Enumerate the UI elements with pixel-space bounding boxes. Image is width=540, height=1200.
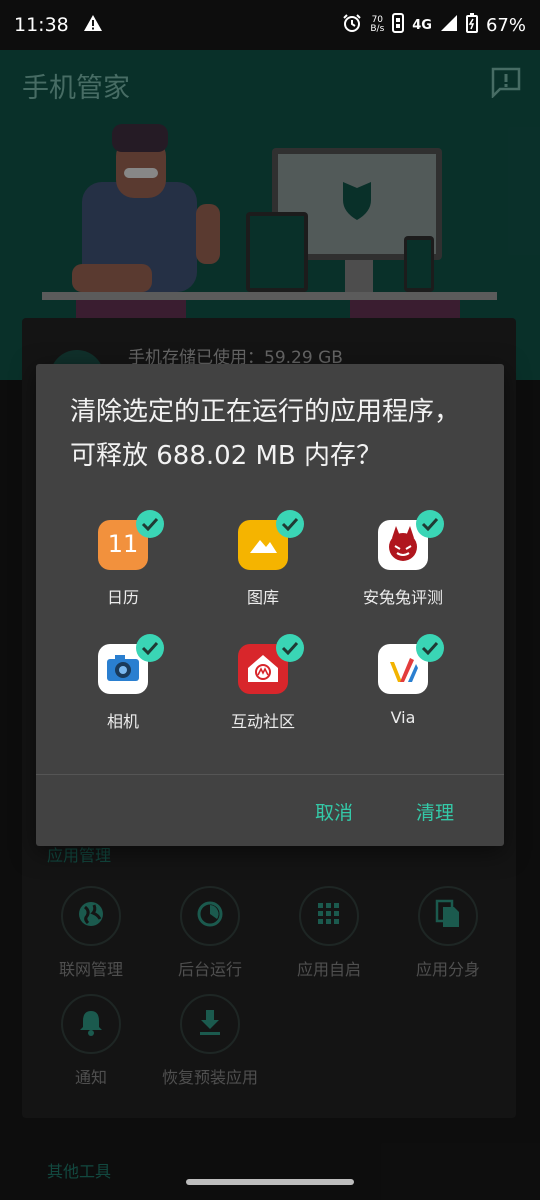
warning-icon [83, 14, 103, 37]
checkmark-icon [136, 510, 164, 538]
camera-icon [98, 634, 164, 694]
checkmark-icon [416, 510, 444, 538]
battery-icon [465, 12, 478, 38]
checkmark-icon [276, 510, 304, 538]
gesture-nav-bar[interactable] [186, 1179, 354, 1185]
volte-icon [392, 12, 405, 38]
clean-dialog: 清除选定的正在运行的应用程序，可释放 688.02 MB 内存？ 11 日历 图… [36, 364, 504, 846]
app-item-calendar[interactable]: 11 日历 [53, 510, 193, 608]
antutu-icon [378, 510, 444, 570]
cancel-button[interactable]: 取消 [315, 798, 353, 825]
app-item-community[interactable]: 互动社区 [193, 634, 333, 732]
status-time: 11:38 [14, 14, 69, 36]
app-item-camera[interactable]: 相机 [53, 634, 193, 732]
net-speed: 70 B/s [370, 15, 385, 34]
app-name: Via [390, 708, 416, 727]
app-item-gallery[interactable]: 图库 [193, 510, 333, 608]
network-type: 4G [412, 17, 432, 33]
app-name: 日历 [106, 588, 139, 607]
app-name: 互动社区 [230, 712, 295, 731]
app-name: 图库 [246, 588, 279, 607]
dialog-divider [36, 774, 504, 775]
signal-icon [440, 14, 458, 37]
clean-button[interactable]: 清理 [416, 798, 454, 825]
checkmark-icon [276, 634, 304, 662]
via-browser-icon [378, 634, 444, 694]
motorola-community-icon [238, 634, 304, 694]
calendar-icon: 11 [98, 510, 164, 570]
checkmark-icon [416, 634, 444, 662]
battery-percent: 67% [485, 14, 526, 36]
app-name: 安兔兔评测 [362, 588, 443, 607]
app-item-via[interactable]: Via [333, 634, 473, 727]
alarm-icon [342, 13, 362, 38]
dialog-title: 清除选定的正在运行的应用程序，可释放 688.02 MB 内存？ [70, 397, 461, 471]
gallery-icon [238, 510, 304, 570]
app-item-antutu[interactable]: 安兔兔评测 [333, 510, 473, 608]
status-bar: 11:38 70 B/s 4G 67% [0, 0, 540, 50]
app-name: 相机 [106, 712, 139, 731]
checkmark-icon [136, 634, 164, 662]
